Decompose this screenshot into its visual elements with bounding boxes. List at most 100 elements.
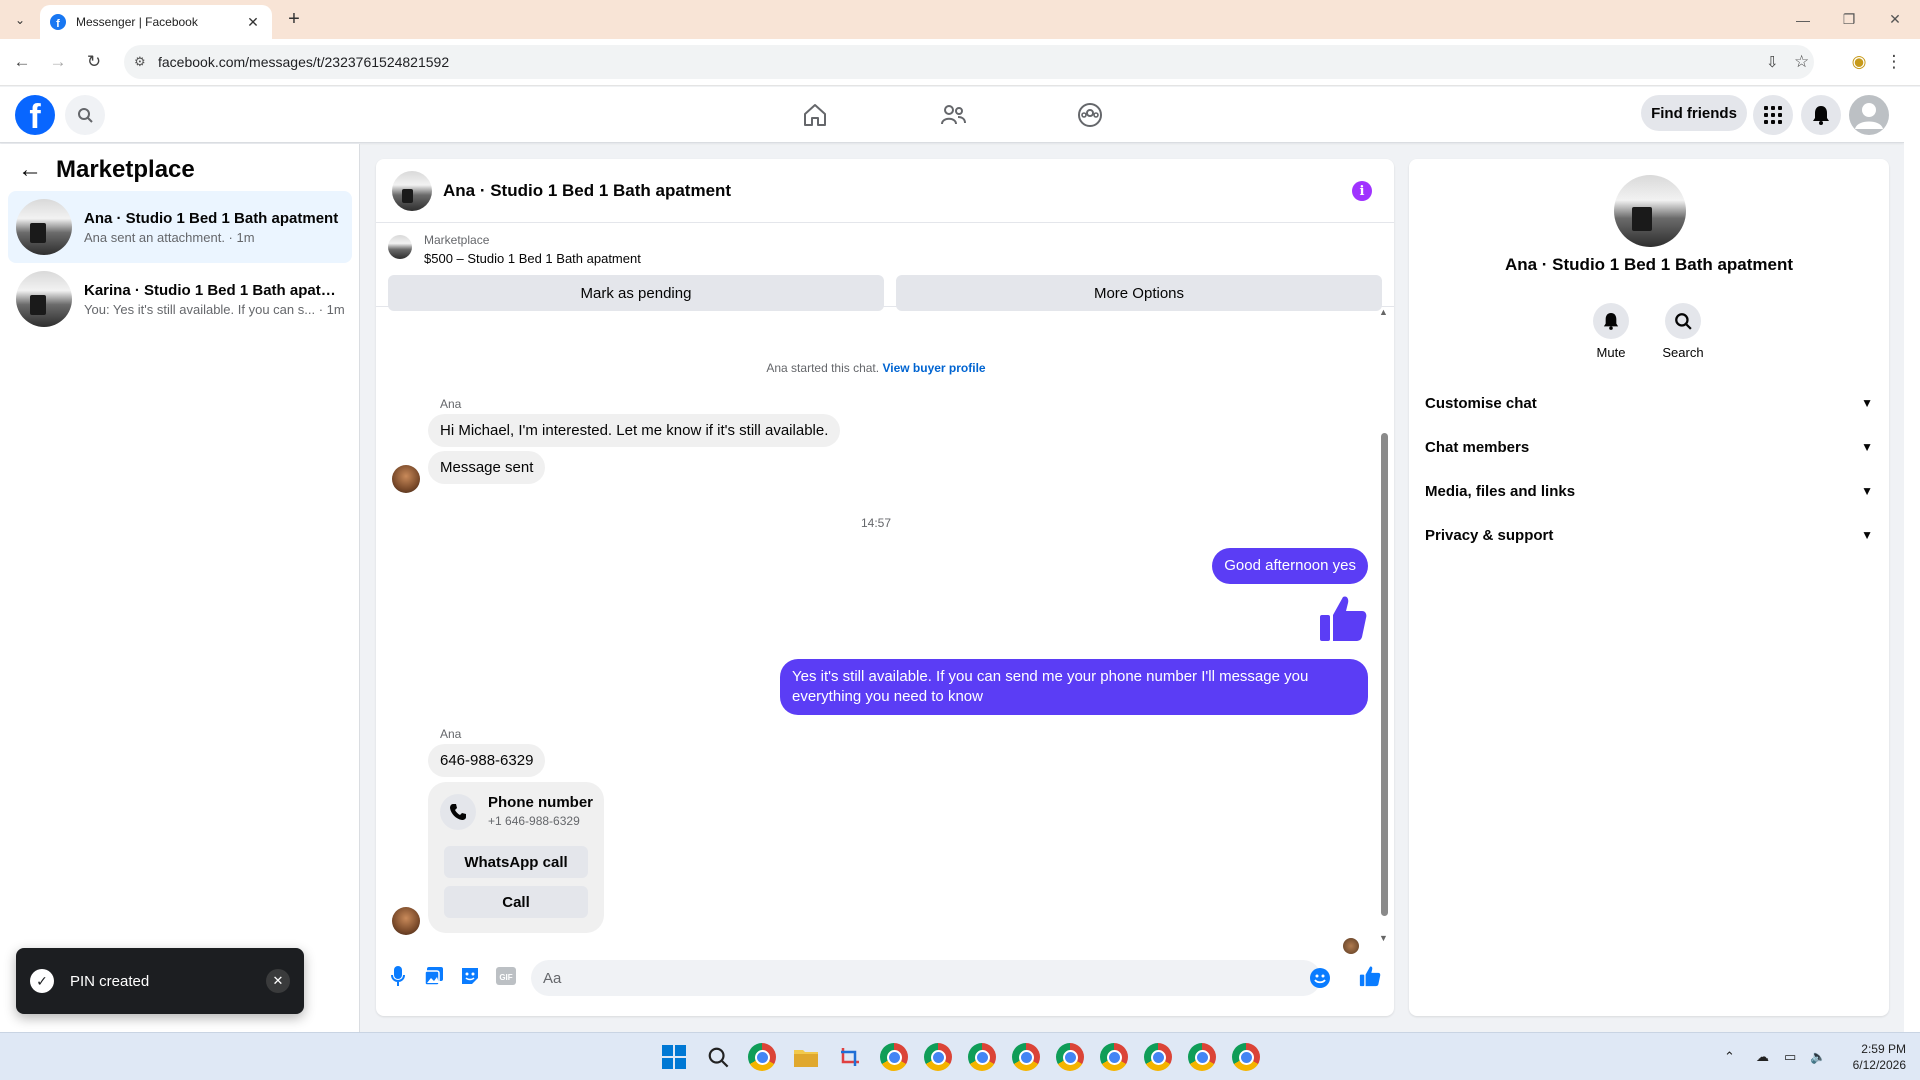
phone-card-title: Phone number <box>488 794 594 811</box>
chrome-profile-icon[interactable] <box>968 1043 996 1071</box>
home-icon[interactable] <box>795 95 835 135</box>
chat-avatar[interactable] <box>392 170 432 211</box>
outgoing-message[interactable]: Good afternoon yes <box>1212 548 1368 584</box>
groups-icon[interactable] <box>1070 95 1110 135</box>
chrome-profile-icon[interactable] <box>880 1043 908 1071</box>
address-bar: ← → ↻ ⚙ facebook.com/messages/t/23237615… <box>0 39 1920 86</box>
onedrive-icon[interactable]: ☁ <box>1756 1049 1769 1065</box>
browser-menu-icon[interactable]: ⋮ <box>1882 50 1906 74</box>
facebook-logo-icon[interactable]: f <box>15 95 55 135</box>
profile-icon[interactable]: ◉ <box>1847 50 1871 74</box>
listing-price-title[interactable]: $500 – Studio 1 Bed 1 Bath apatment <box>424 251 641 266</box>
more-options-button[interactable]: More Options <box>896 275 1382 311</box>
mute-action[interactable]: Mute <box>1581 303 1641 360</box>
snipping-tool-icon[interactable] <box>836 1043 864 1071</box>
scroll-down-icon[interactable]: ▼ <box>1379 933 1388 943</box>
chrome-profile-icon[interactable] <box>1100 1043 1128 1071</box>
emoji-icon[interactable] <box>1310 968 1330 988</box>
conversation-avatar[interactable] <box>1614 175 1686 247</box>
mark-as-pending-button[interactable]: Mark as pending <box>388 275 884 311</box>
chrome-profile-icon[interactable] <box>1188 1043 1216 1071</box>
omnibox[interactable]: ⚙ facebook.com/messages/t/23237615248215… <box>124 45 1814 79</box>
system-clock[interactable]: 2:59 PM 6/12/2026 <box>1836 1041 1906 1073</box>
taskbar-search-icon[interactable] <box>704 1043 732 1071</box>
message-scrollbar[interactable]: ▲ ▼ <box>1379 307 1389 943</box>
menu-grid-icon[interactable] <box>1753 95 1793 135</box>
conversation-item-ana[interactable]: Ana · Studio 1 Bed 1 Bath apatment Ana s… <box>8 191 352 263</box>
window-close-icon[interactable]: ✕ <box>1872 0 1918 39</box>
like-thumbs-up-icon[interactable] <box>1358 964 1382 988</box>
site-settings-icon[interactable]: ⚙ <box>134 54 146 70</box>
page-scrollbar[interactable] <box>1904 87 1920 1032</box>
incoming-message[interactable]: 646-988-6329 <box>428 744 546 777</box>
sender-avatar[interactable] <box>392 907 420 935</box>
chat-start-notice: Ana started this chat. View buyer profil… <box>376 361 1376 375</box>
tab-close-icon[interactable]: ✕ <box>244 14 262 31</box>
back-arrow-icon[interactable]: ← <box>18 156 48 184</box>
tray-overflow-chevron-icon[interactable]: ⌃ <box>1724 1049 1735 1065</box>
photo-icon[interactable] <box>422 964 446 988</box>
browser-tab[interactable]: f Messenger | Facebook ✕ <box>40 5 272 39</box>
outgoing-message[interactable]: Yes it's still available. If you can sen… <box>780 659 1368 715</box>
friends-icon[interactable] <box>933 95 973 135</box>
bookmark-star-icon[interactable]: ☆ <box>1794 52 1809 72</box>
chrome-profile-icon[interactable] <box>1056 1043 1084 1071</box>
scrollbar-thumb[interactable] <box>1381 433 1388 916</box>
facebook-favicon-icon: f <box>50 14 66 30</box>
windows-start-icon[interactable] <box>660 1043 688 1071</box>
facebook-search-icon[interactable] <box>65 95 105 135</box>
find-friends-button[interactable]: Find friends <box>1641 95 1747 131</box>
sticker-icon[interactable] <box>458 964 482 988</box>
scroll-up-icon[interactable]: ▲ <box>1379 307 1388 317</box>
incoming-message[interactable]: Hi Michael, I'm interested. Let me know … <box>428 414 841 447</box>
chat-members-row[interactable]: Chat members ▼ <box>1425 425 1873 469</box>
sender-name: Ana <box>440 397 462 411</box>
notifications-bell-icon[interactable] <box>1801 95 1841 135</box>
chevron-down-icon: ▼ <box>1861 440 1873 454</box>
back-icon[interactable]: ← <box>10 50 34 74</box>
mute-bell-icon[interactable] <box>1593 303 1629 339</box>
listing-thumbnail[interactable] <box>388 235 412 259</box>
thumbs-up-sticker-icon[interactable] <box>1318 593 1368 648</box>
marketplace-sidebar: ← Marketplace Ana · Studio 1 Bed 1 Bath … <box>0 144 360 1032</box>
whatsapp-call-button[interactable]: WhatsApp call <box>444 846 588 878</box>
url-text[interactable]: facebook.com/messages/t/2323761524821592 <box>158 54 449 70</box>
privacy-support-row[interactable]: Privacy & support ▼ <box>1425 513 1873 557</box>
listing-thumbnail <box>16 271 72 327</box>
account-avatar[interactable] <box>1849 95 1889 135</box>
tab-search-chevron-icon[interactable]: ⌄ <box>8 8 32 32</box>
incoming-message[interactable]: Message sent <box>428 451 546 484</box>
network-icon[interactable]: ▭ <box>1784 1049 1796 1065</box>
chat-title[interactable]: Ana · Studio 1 Bed 1 Bath apatment <box>443 181 731 201</box>
new-tab-icon[interactable]: + <box>282 8 306 30</box>
gif-icon[interactable]: GIF <box>494 964 518 988</box>
forward-icon[interactable]: → <box>46 50 70 74</box>
chrome-profile-icon[interactable] <box>1012 1043 1040 1071</box>
listing-banner: Marketplace $500 – Studio 1 Bed 1 Bath a… <box>376 223 1394 311</box>
conversation-item-karina[interactable]: Karina · Studio 1 Bed 1 Bath apatm... Yo… <box>8 263 352 335</box>
restore-icon[interactable]: ❐ <box>1826 0 1872 39</box>
chrome-icon[interactable] <box>748 1043 776 1071</box>
view-buyer-profile-link[interactable]: View buyer profile <box>882 361 985 375</box>
volume-icon[interactable]: 🔈 <box>1810 1049 1826 1065</box>
reload-icon[interactable]: ↻ <box>82 50 106 74</box>
conversation-details-panel: Ana · Studio 1 Bed 1 Bath apatment Mute … <box>1409 159 1889 1016</box>
minimize-icon[interactable]: — <box>1780 0 1826 39</box>
chrome-profile-icon[interactable] <box>924 1043 952 1071</box>
customise-chat-row[interactable]: Customise chat ▼ <box>1425 381 1873 425</box>
sender-avatar[interactable] <box>392 465 420 493</box>
row-label: Privacy & support <box>1425 526 1554 544</box>
microphone-icon[interactable] <box>386 964 410 988</box>
chrome-profile-icon[interactable] <box>1232 1043 1260 1071</box>
toast-close-icon[interactable]: ✕ <box>266 969 290 993</box>
message-input[interactable] <box>531 960 1321 996</box>
info-icon[interactable]: i <box>1352 181 1372 201</box>
call-button[interactable]: Call <box>444 886 588 918</box>
search-action[interactable]: Search <box>1653 303 1713 360</box>
file-explorer-icon[interactable] <box>792 1043 820 1071</box>
mute-label: Mute <box>1596 345 1626 360</box>
install-app-icon[interactable]: ⇩ <box>1766 53 1779 71</box>
media-files-links-row[interactable]: Media, files and links ▼ <box>1425 469 1873 513</box>
chrome-profile-icon[interactable] <box>1144 1043 1172 1071</box>
search-icon[interactable] <box>1665 303 1701 339</box>
